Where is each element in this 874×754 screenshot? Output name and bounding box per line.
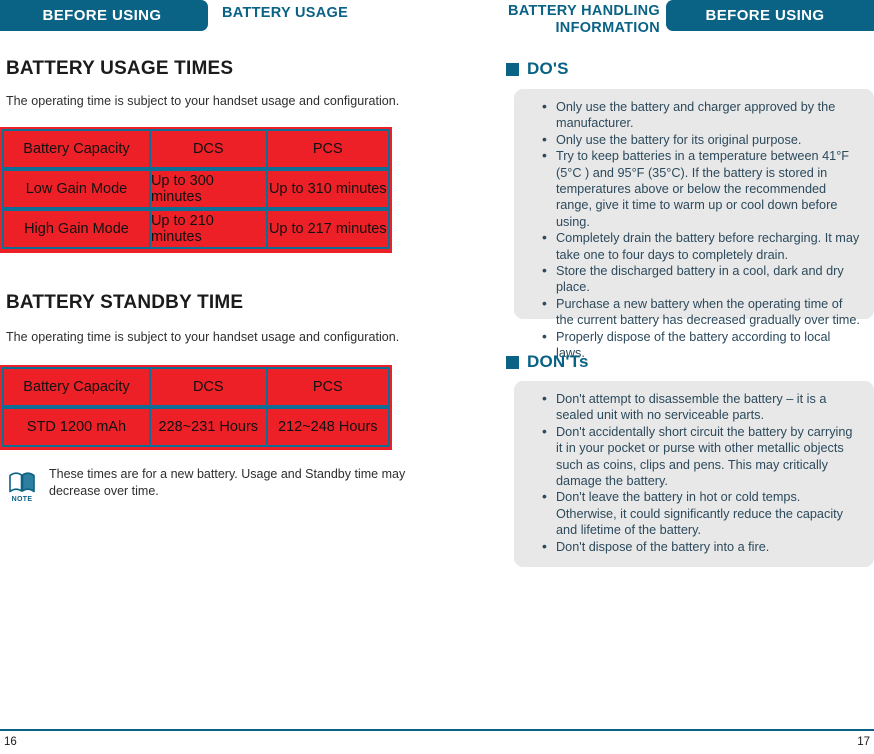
table-cell: High Gain Mode bbox=[2, 209, 151, 249]
table-cell: Up to 210 minutes bbox=[148, 209, 268, 249]
section-label-battery-usage: BATTERY USAGE bbox=[222, 5, 349, 21]
table-cell: STD 1200 mAh bbox=[2, 406, 151, 447]
table-header-cell: Battery Capacity bbox=[2, 367, 151, 407]
tab-before-using-left-label: BEFORE USING bbox=[42, 7, 162, 24]
table-row: Low Gain Mode Up to 300 minutes Up to 31… bbox=[2, 169, 391, 210]
note-icon-label: NOTE bbox=[11, 496, 33, 503]
footer-divider bbox=[0, 729, 874, 731]
heading-dos: DO'S bbox=[506, 59, 569, 79]
tab-before-using-left[interactable]: BEFORE USING bbox=[0, 0, 208, 31]
table-header-cell: DCS bbox=[148, 129, 268, 169]
dos-list: Only use the battery and charger approve… bbox=[542, 98, 860, 362]
note-book-icon: NOTE bbox=[6, 469, 38, 503]
table-cell: Up to 300 minutes bbox=[148, 169, 268, 209]
list-item: Try to keep batteries in a temperature b… bbox=[542, 147, 860, 230]
heading-dos-label: DO'S bbox=[527, 59, 569, 78]
page-number-right: 17 bbox=[857, 736, 870, 748]
table-battery-standby-time: Battery Capacity DCS PCS STD 1200 mAh 22… bbox=[0, 365, 392, 450]
heading-battery-usage-times: BATTERY USAGE TIMES bbox=[6, 58, 234, 79]
table-battery-usage-times: Battery Capacity DCS PCS Low Gain Mode U… bbox=[0, 127, 392, 253]
heading-donts-label: DON'Ts bbox=[527, 352, 589, 371]
list-item: Only use the battery and charger approve… bbox=[542, 98, 860, 132]
table-header-cell: Battery Capacity bbox=[2, 129, 151, 169]
donts-list: Don't attempt to disassemble the battery… bbox=[542, 390, 860, 555]
table-row: STD 1200 mAh 228~231 Hours 212~248 Hours bbox=[2, 406, 391, 448]
tab-before-using-right[interactable]: BEFORE USING bbox=[666, 0, 874, 31]
table-cell: 212~248 Hours bbox=[265, 406, 391, 447]
list-item: Don't leave the battery in hot or cold t… bbox=[542, 488, 860, 538]
list-item: Purchase a new battery when the operatin… bbox=[542, 295, 860, 329]
list-item: Only use the battery for its original pu… bbox=[542, 131, 860, 148]
table-header-cell: PCS bbox=[265, 129, 391, 169]
note-text: These times are for a new battery. Usage… bbox=[49, 467, 406, 498]
table-cell: Up to 310 minutes bbox=[265, 169, 391, 209]
list-item: Don't attempt to disassemble the battery… bbox=[542, 390, 860, 424]
subtext-battery-standby-time: The operating time is subject to your ha… bbox=[6, 330, 400, 344]
dos-list-box: Only use the battery and charger approve… bbox=[514, 89, 874, 360]
list-item: Properly dispose of the battery accordin… bbox=[542, 328, 860, 362]
donts-list-box: Don't attempt to disassemble the battery… bbox=[514, 381, 874, 567]
tab-before-using-right-label: BEFORE USING bbox=[705, 7, 825, 24]
table-cell: Low Gain Mode bbox=[2, 169, 151, 209]
list-item: Completely drain the battery before rech… bbox=[542, 229, 860, 263]
table-row: Battery Capacity DCS PCS bbox=[2, 367, 391, 408]
section-label-battery-handling-line2: INFORMATION bbox=[555, 20, 660, 36]
list-item: Don't dispose of the battery into a fire… bbox=[542, 538, 860, 555]
heading-battery-standby-time: BATTERY STANDBY TIME bbox=[6, 292, 244, 313]
table-cell: 228~231 Hours bbox=[148, 406, 268, 447]
square-marker-icon bbox=[506, 355, 519, 369]
list-item: Don't accidentally short circuit the bat… bbox=[542, 423, 860, 490]
square-marker-icon bbox=[506, 62, 519, 76]
section-label-battery-handling: BATTERY HANDLING INFORMATION bbox=[470, 3, 660, 37]
table-row: Battery Capacity DCS PCS bbox=[2, 129, 391, 170]
table-header-cell: DCS bbox=[148, 367, 268, 407]
table-cell: Up to 217 minutes bbox=[265, 209, 391, 249]
table-row: High Gain Mode Up to 210 minutes Up to 2… bbox=[2, 209, 391, 250]
heading-donts: DON'Ts bbox=[506, 352, 589, 372]
subtext-battery-usage-times: The operating time is subject to your ha… bbox=[6, 94, 400, 108]
note-block: NOTE These times are for a new battery. … bbox=[6, 466, 406, 503]
section-label-battery-handling-line1: BATTERY HANDLING bbox=[508, 3, 660, 19]
table-header-cell: PCS bbox=[265, 367, 391, 407]
list-item: Store the discharged battery in a cool, … bbox=[542, 262, 860, 296]
page-number-left: 16 bbox=[4, 736, 17, 748]
